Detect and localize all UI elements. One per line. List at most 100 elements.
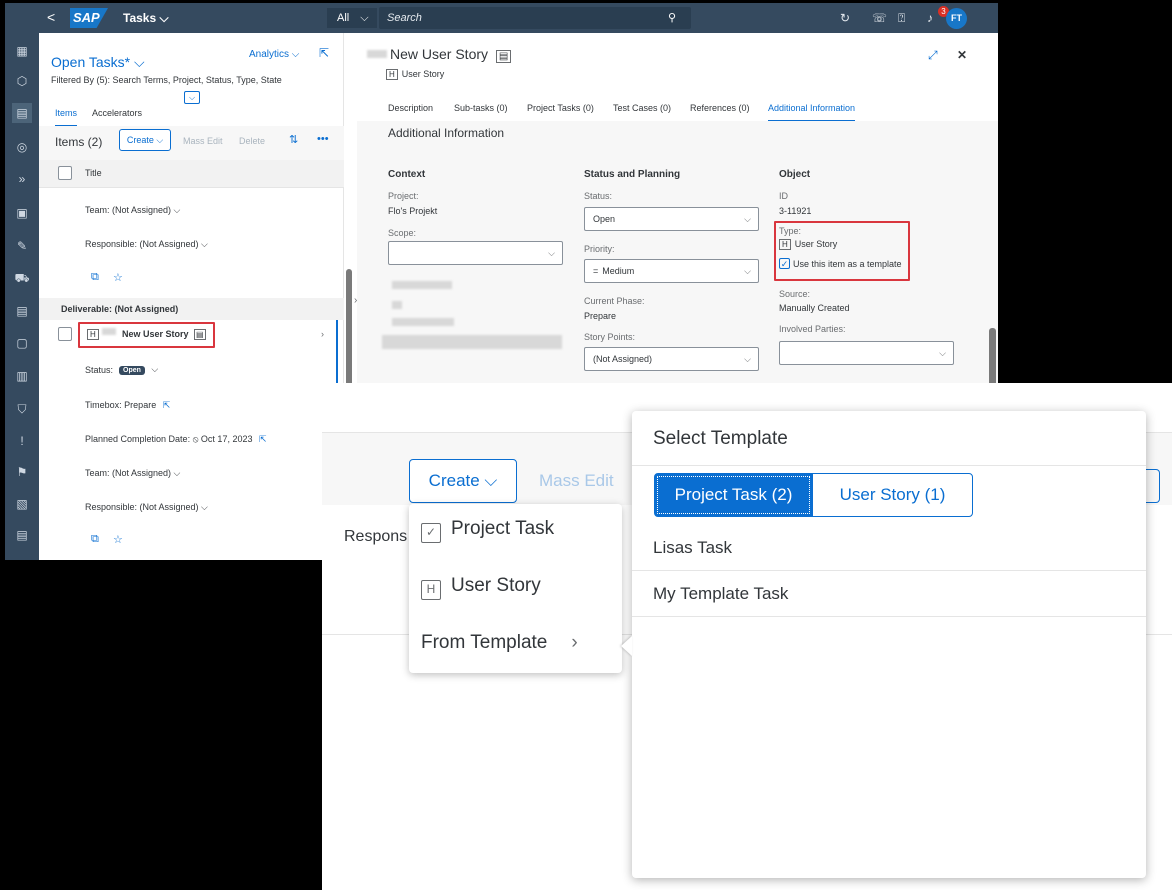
truck-icon[interactable]: ⛟ <box>12 268 32 288</box>
menu-item-from-template[interactable]: From Template › <box>421 632 578 654</box>
cube-icon[interactable]: ⬡ <box>12 71 32 91</box>
chevron-right-icon[interactable]: › <box>321 329 324 339</box>
divider <box>632 465 1146 466</box>
search-scope-select[interactable]: All ⌵ <box>327 8 377 28</box>
status-select[interactable]: Open ⌵ <box>584 207 759 231</box>
checkbox-checked-icon[interactable]: ✓ <box>779 258 790 269</box>
target-icon[interactable]: ◎ <box>12 137 32 157</box>
mass-edit-button[interactable]: Mass Edit <box>183 136 223 146</box>
create-button[interactable]: Create ⌵ <box>119 129 171 151</box>
search-icon[interactable]: ⚲ <box>668 11 676 24</box>
user-story-icon: H <box>87 329 99 340</box>
collapse-header-button[interactable]: ⌵ <box>184 91 200 104</box>
template-checkbox-row[interactable]: ✓ Use this item as a template <box>779 258 902 269</box>
sync-icon[interactable]: ↻ <box>840 11 850 25</box>
status-label: Status: <box>584 191 613 201</box>
chevrons-icon[interactable]: » <box>12 169 32 189</box>
timebox-field[interactable]: Timebox: Prepare ⇱ <box>85 400 170 411</box>
chevron-down-icon: ⌵ <box>360 12 369 24</box>
create-menu: ✓ Project Task H User Story From Template › <box>409 504 622 673</box>
user-story-icon: H <box>386 69 398 80</box>
help-icon[interactable]: ⍰ <box>898 11 905 26</box>
flag-icon[interactable]: ⚑ <box>12 462 32 482</box>
avatar[interactable]: FT <box>946 8 967 29</box>
tab-subtasks[interactable]: Sub-tasks (0) <box>454 103 508 113</box>
priority-medium-icon: = <box>593 266 599 276</box>
delete-button[interactable]: Delete <box>239 136 265 146</box>
expand-icon[interactable]: ⤢ <box>928 48 938 63</box>
team-field[interactable]: Team: (Not Assigned) ⌵ <box>85 205 180 216</box>
item-title[interactable]: New User Story <box>122 329 189 339</box>
notification-bell-icon[interactable]: ♪ <box>927 11 933 25</box>
group-title: Deliverable: (Not Assigned) <box>61 304 179 314</box>
tab-description[interactable]: Description <box>388 103 433 113</box>
detail-subtype: H User Story <box>386 69 444 80</box>
copy-icon[interactable]: ⧉ <box>91 533 99 546</box>
planned-completion-field[interactable]: Planned Completion Date: ⦸ Oct 17, 2023 … <box>85 434 267 445</box>
project-label: Project: <box>388 191 419 201</box>
open-link-icon[interactable]: ⇱ <box>163 400 171 410</box>
search-input[interactable]: Search <box>379 7 691 29</box>
overflow-icon[interactable]: ••• <box>317 133 329 145</box>
share-icon[interactable]: ⇱ <box>319 46 329 60</box>
open-link-icon[interactable]: ⇱ <box>259 434 267 444</box>
clipboard-icon[interactable]: ▥ <box>12 366 32 386</box>
project-value: Flo's Projekt <box>388 206 438 216</box>
template-icon: ▤ <box>495 50 512 63</box>
story-points-select[interactable]: (Not Assigned) ⌵ <box>584 347 759 371</box>
board-icon[interactable]: ▣ <box>12 203 32 223</box>
detail-title: New User Story ▤ <box>390 46 512 63</box>
responsible-field-2[interactable]: Responsible: (Not Assigned) ⌵ <box>85 502 208 513</box>
status-badge[interactable]: Open ⌵ <box>119 364 158 375</box>
app-title-menu[interactable]: Tasks ⌵ <box>123 11 169 26</box>
close-icon[interactable]: ✕ <box>957 48 967 62</box>
back-button[interactable]: < <box>47 9 55 25</box>
chevron-down-icon: ⌵ <box>151 364 159 374</box>
tab-accelerators[interactable]: Accelerators <box>92 108 142 118</box>
segment-project-task[interactable]: Project Task (2) <box>654 473 813 517</box>
priority-value: Medium <box>602 266 635 276</box>
template-item-my-template-task[interactable]: My Template Task <box>632 571 1146 617</box>
priority-label: Priority: <box>584 244 615 254</box>
team-field-2[interactable]: Team: (Not Assigned) ⌵ <box>85 468 180 479</box>
template-item-lisas-task[interactable]: Lisas Task <box>632 525 1146 571</box>
planned-text: Planned Completion Date: ⦸ Oct 17, 2023 <box>85 434 253 444</box>
tasks-icon[interactable]: ▤ <box>12 103 32 123</box>
shield-icon[interactable]: ⛉ <box>12 399 32 419</box>
grid-icon[interactable]: ▦ <box>12 41 32 61</box>
favorite-star-icon[interactable]: ☆ <box>113 533 123 546</box>
tab-items[interactable]: Items <box>55 108 78 127</box>
chat-icon[interactable]: ☏ <box>872 11 887 25</box>
select-all-checkbox[interactable] <box>58 166 72 180</box>
analytics-menu[interactable]: Analytics ⌵ <box>249 49 299 60</box>
alert-icon[interactable]: ! <box>12 431 32 451</box>
create-button[interactable]: Create ⌵ <box>409 459 517 503</box>
form-icon[interactable]: ▤ <box>12 525 32 545</box>
edit-icon[interactable]: ✎ <box>12 236 32 256</box>
sort-icon[interactable]: ⇅ <box>289 133 298 146</box>
report-icon[interactable]: ▧ <box>12 494 32 514</box>
tab-additional-information[interactable]: Additional Information <box>768 103 856 122</box>
mass-edit-button[interactable]: Mass Edit <box>539 471 614 491</box>
responsible-field[interactable]: Responsible: (Not Assigned) ⌵ <box>85 239 208 250</box>
involved-parties-label: Involved Parties: <box>779 324 846 334</box>
page-icon[interactable]: ▢ <box>12 333 32 353</box>
redacted-text <box>367 50 387 58</box>
menu-item-user-story[interactable]: H User Story <box>421 575 541 600</box>
item-checkbox[interactable] <box>58 327 72 341</box>
favorite-star-icon[interactable]: ☆ <box>113 271 123 284</box>
tab-project-tasks[interactable]: Project Tasks (0) <box>527 103 594 113</box>
priority-select[interactable]: = Medium ⌵ <box>584 259 759 283</box>
variant-title[interactable]: Open Tasks* ⌵ <box>51 54 145 71</box>
search-scope-value: All <box>337 12 350 24</box>
tab-references[interactable]: References (0) <box>690 103 750 113</box>
involved-parties-select[interactable]: ⌵ <box>779 341 954 365</box>
object-heading: Object <box>779 169 811 180</box>
scope-select[interactable]: ⌵ <box>388 241 563 265</box>
tab-test-cases[interactable]: Test Cases (0) <box>613 103 671 113</box>
segment-user-story[interactable]: User Story (1) <box>812 473 973 517</box>
copy-icon[interactable]: ⧉ <box>91 271 99 284</box>
group-header: Deliverable: (Not Assigned) <box>39 298 344 320</box>
menu-item-project-task[interactable]: ✓ Project Task <box>421 518 554 543</box>
document-icon[interactable]: ▤ <box>12 301 32 321</box>
